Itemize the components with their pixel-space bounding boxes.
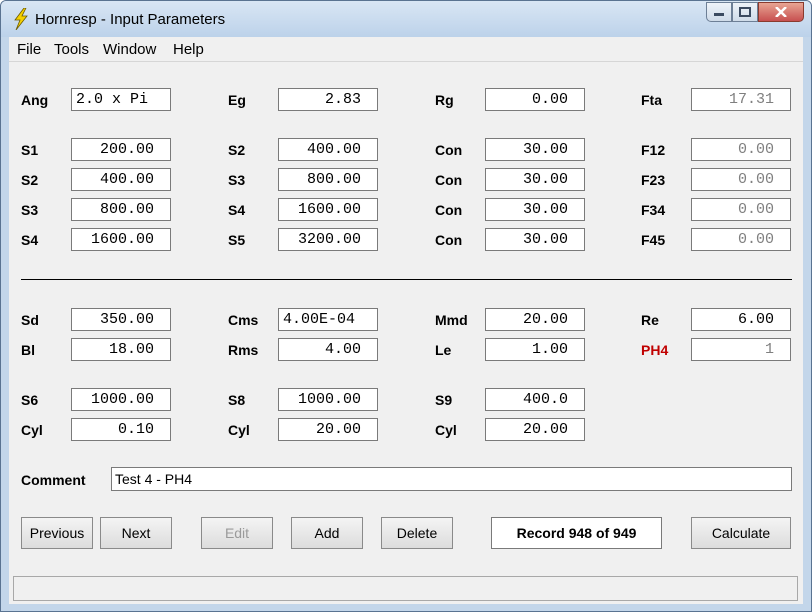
con4-label: Con xyxy=(435,232,463,248)
f12-label: F12 xyxy=(641,142,666,158)
s3-row3-label: S3 xyxy=(21,202,39,218)
title-bar[interactable]: Hornresp - Input Parameters xyxy=(1,1,811,37)
s4-field[interactable]: 1600.00 xyxy=(278,198,378,221)
previous-button[interactable]: Previous xyxy=(21,517,93,549)
le-label: Le xyxy=(435,342,452,358)
cms-label: Cms xyxy=(228,312,259,328)
calculate-button[interactable]: Calculate xyxy=(691,517,791,549)
con3-label: Con xyxy=(435,202,463,218)
mmd-label: Mmd xyxy=(435,312,468,328)
rms-label: Rms xyxy=(228,342,259,358)
section-divider xyxy=(21,279,792,280)
s1-field[interactable]: 200.00 xyxy=(71,138,171,161)
delete-button[interactable]: Delete xyxy=(381,517,453,549)
con4-field[interactable]: 30.00 xyxy=(485,228,585,251)
ang-field[interactable]: 2.0 x Pi xyxy=(71,88,171,111)
rg-field[interactable]: 0.00 xyxy=(485,88,585,111)
cyl3-label: Cyl xyxy=(435,422,457,438)
f34-field: 0.00 xyxy=(691,198,791,221)
s9-label: S9 xyxy=(435,392,453,408)
con1-field[interactable]: 30.00 xyxy=(485,138,585,161)
fta-label: Fta xyxy=(641,92,662,108)
f45-label: F45 xyxy=(641,232,666,248)
minimize-button[interactable] xyxy=(706,2,732,22)
minimize-icon xyxy=(714,13,724,16)
s2-label: S2 xyxy=(228,142,246,158)
f23-label: F23 xyxy=(641,172,666,188)
cyl3-field[interactable]: 20.00 xyxy=(485,418,585,441)
input-parameters-panel: Ang 2.0 x Pi Eg 2.83 Rg 0.00 Fta 17.31 S… xyxy=(9,62,803,604)
s4-label: S4 xyxy=(228,202,246,218)
bl-field[interactable]: 18.00 xyxy=(71,338,171,361)
s3-row3-field[interactable]: 800.00 xyxy=(71,198,171,221)
s5-field[interactable]: 3200.00 xyxy=(278,228,378,251)
con1-label: Con xyxy=(435,142,463,158)
re-field[interactable]: 6.00 xyxy=(691,308,791,331)
close-icon xyxy=(775,7,787,17)
ph4-field: 1 xyxy=(691,338,791,361)
comment-field[interactable]: Test 4 - PH4 xyxy=(111,467,792,491)
s3-label: S3 xyxy=(228,172,246,188)
cyl1-label: Cyl xyxy=(21,422,43,438)
mmd-field[interactable]: 20.00 xyxy=(485,308,585,331)
rms-field[interactable]: 4.00 xyxy=(278,338,378,361)
next-button[interactable]: Next xyxy=(100,517,172,549)
rg-label: Rg xyxy=(435,92,454,108)
status-bar xyxy=(13,576,798,601)
s9-field[interactable]: 400.0 xyxy=(485,388,585,411)
window-controls xyxy=(706,2,804,24)
fta-field: 17.31 xyxy=(691,88,791,111)
s2-row2-field[interactable]: 400.00 xyxy=(71,168,171,191)
s2-row2-label: S2 xyxy=(21,172,39,188)
f34-label: F34 xyxy=(641,202,666,218)
s5-label: S5 xyxy=(228,232,246,248)
ang-label: Ang xyxy=(21,92,49,108)
s8-field[interactable]: 1000.00 xyxy=(278,388,378,411)
maximize-button[interactable] xyxy=(732,2,758,22)
close-button[interactable] xyxy=(758,2,804,22)
s4-row4-label: S4 xyxy=(21,232,39,248)
s3-field[interactable]: 800.00 xyxy=(278,168,378,191)
add-button[interactable]: Add xyxy=(291,517,363,549)
s2-field[interactable]: 400.00 xyxy=(278,138,378,161)
f12-field: 0.00 xyxy=(691,138,791,161)
s4-row4-field[interactable]: 1600.00 xyxy=(71,228,171,251)
cms-field[interactable]: 4.00E-04 xyxy=(278,308,378,331)
con2-field[interactable]: 30.00 xyxy=(485,168,585,191)
menu-tools[interactable]: Tools xyxy=(54,41,89,58)
bl-label: Bl xyxy=(21,342,35,358)
con3-field[interactable]: 30.00 xyxy=(485,198,585,221)
menu-bar: File Tools Window Help xyxy=(9,37,803,62)
lightning-bolt-icon xyxy=(14,8,28,30)
cyl1-field[interactable]: 0.10 xyxy=(71,418,171,441)
con2-label: Con xyxy=(435,172,463,188)
menu-help[interactable]: Help xyxy=(173,41,204,58)
window-title: Hornresp - Input Parameters xyxy=(35,11,226,28)
menu-window[interactable]: Window xyxy=(103,41,156,58)
comment-label: Comment xyxy=(21,472,86,488)
s1-label: S1 xyxy=(21,142,39,158)
re-label: Re xyxy=(641,312,659,328)
menu-file[interactable]: File xyxy=(17,41,41,58)
eg-label: Eg xyxy=(228,92,246,108)
s8-label: S8 xyxy=(228,392,246,408)
edit-button[interactable]: Edit xyxy=(201,517,273,549)
f23-field: 0.00 xyxy=(691,168,791,191)
s6-label: S6 xyxy=(21,392,39,408)
s6-field[interactable]: 1000.00 xyxy=(71,388,171,411)
cyl2-field[interactable]: 20.00 xyxy=(278,418,378,441)
cyl2-label: Cyl xyxy=(228,422,250,438)
hornresp-window: Hornresp - Input Parameters File Tools W… xyxy=(0,0,812,612)
ph4-label[interactable]: PH4 xyxy=(641,342,668,358)
record-indicator: Record 948 of 949 xyxy=(491,517,662,549)
sd-field[interactable]: 350.00 xyxy=(71,308,171,331)
sd-label: Sd xyxy=(21,312,39,328)
maximize-icon xyxy=(739,7,751,17)
le-field[interactable]: 1.00 xyxy=(485,338,585,361)
eg-field[interactable]: 2.83 xyxy=(278,88,378,111)
f45-field: 0.00 xyxy=(691,228,791,251)
